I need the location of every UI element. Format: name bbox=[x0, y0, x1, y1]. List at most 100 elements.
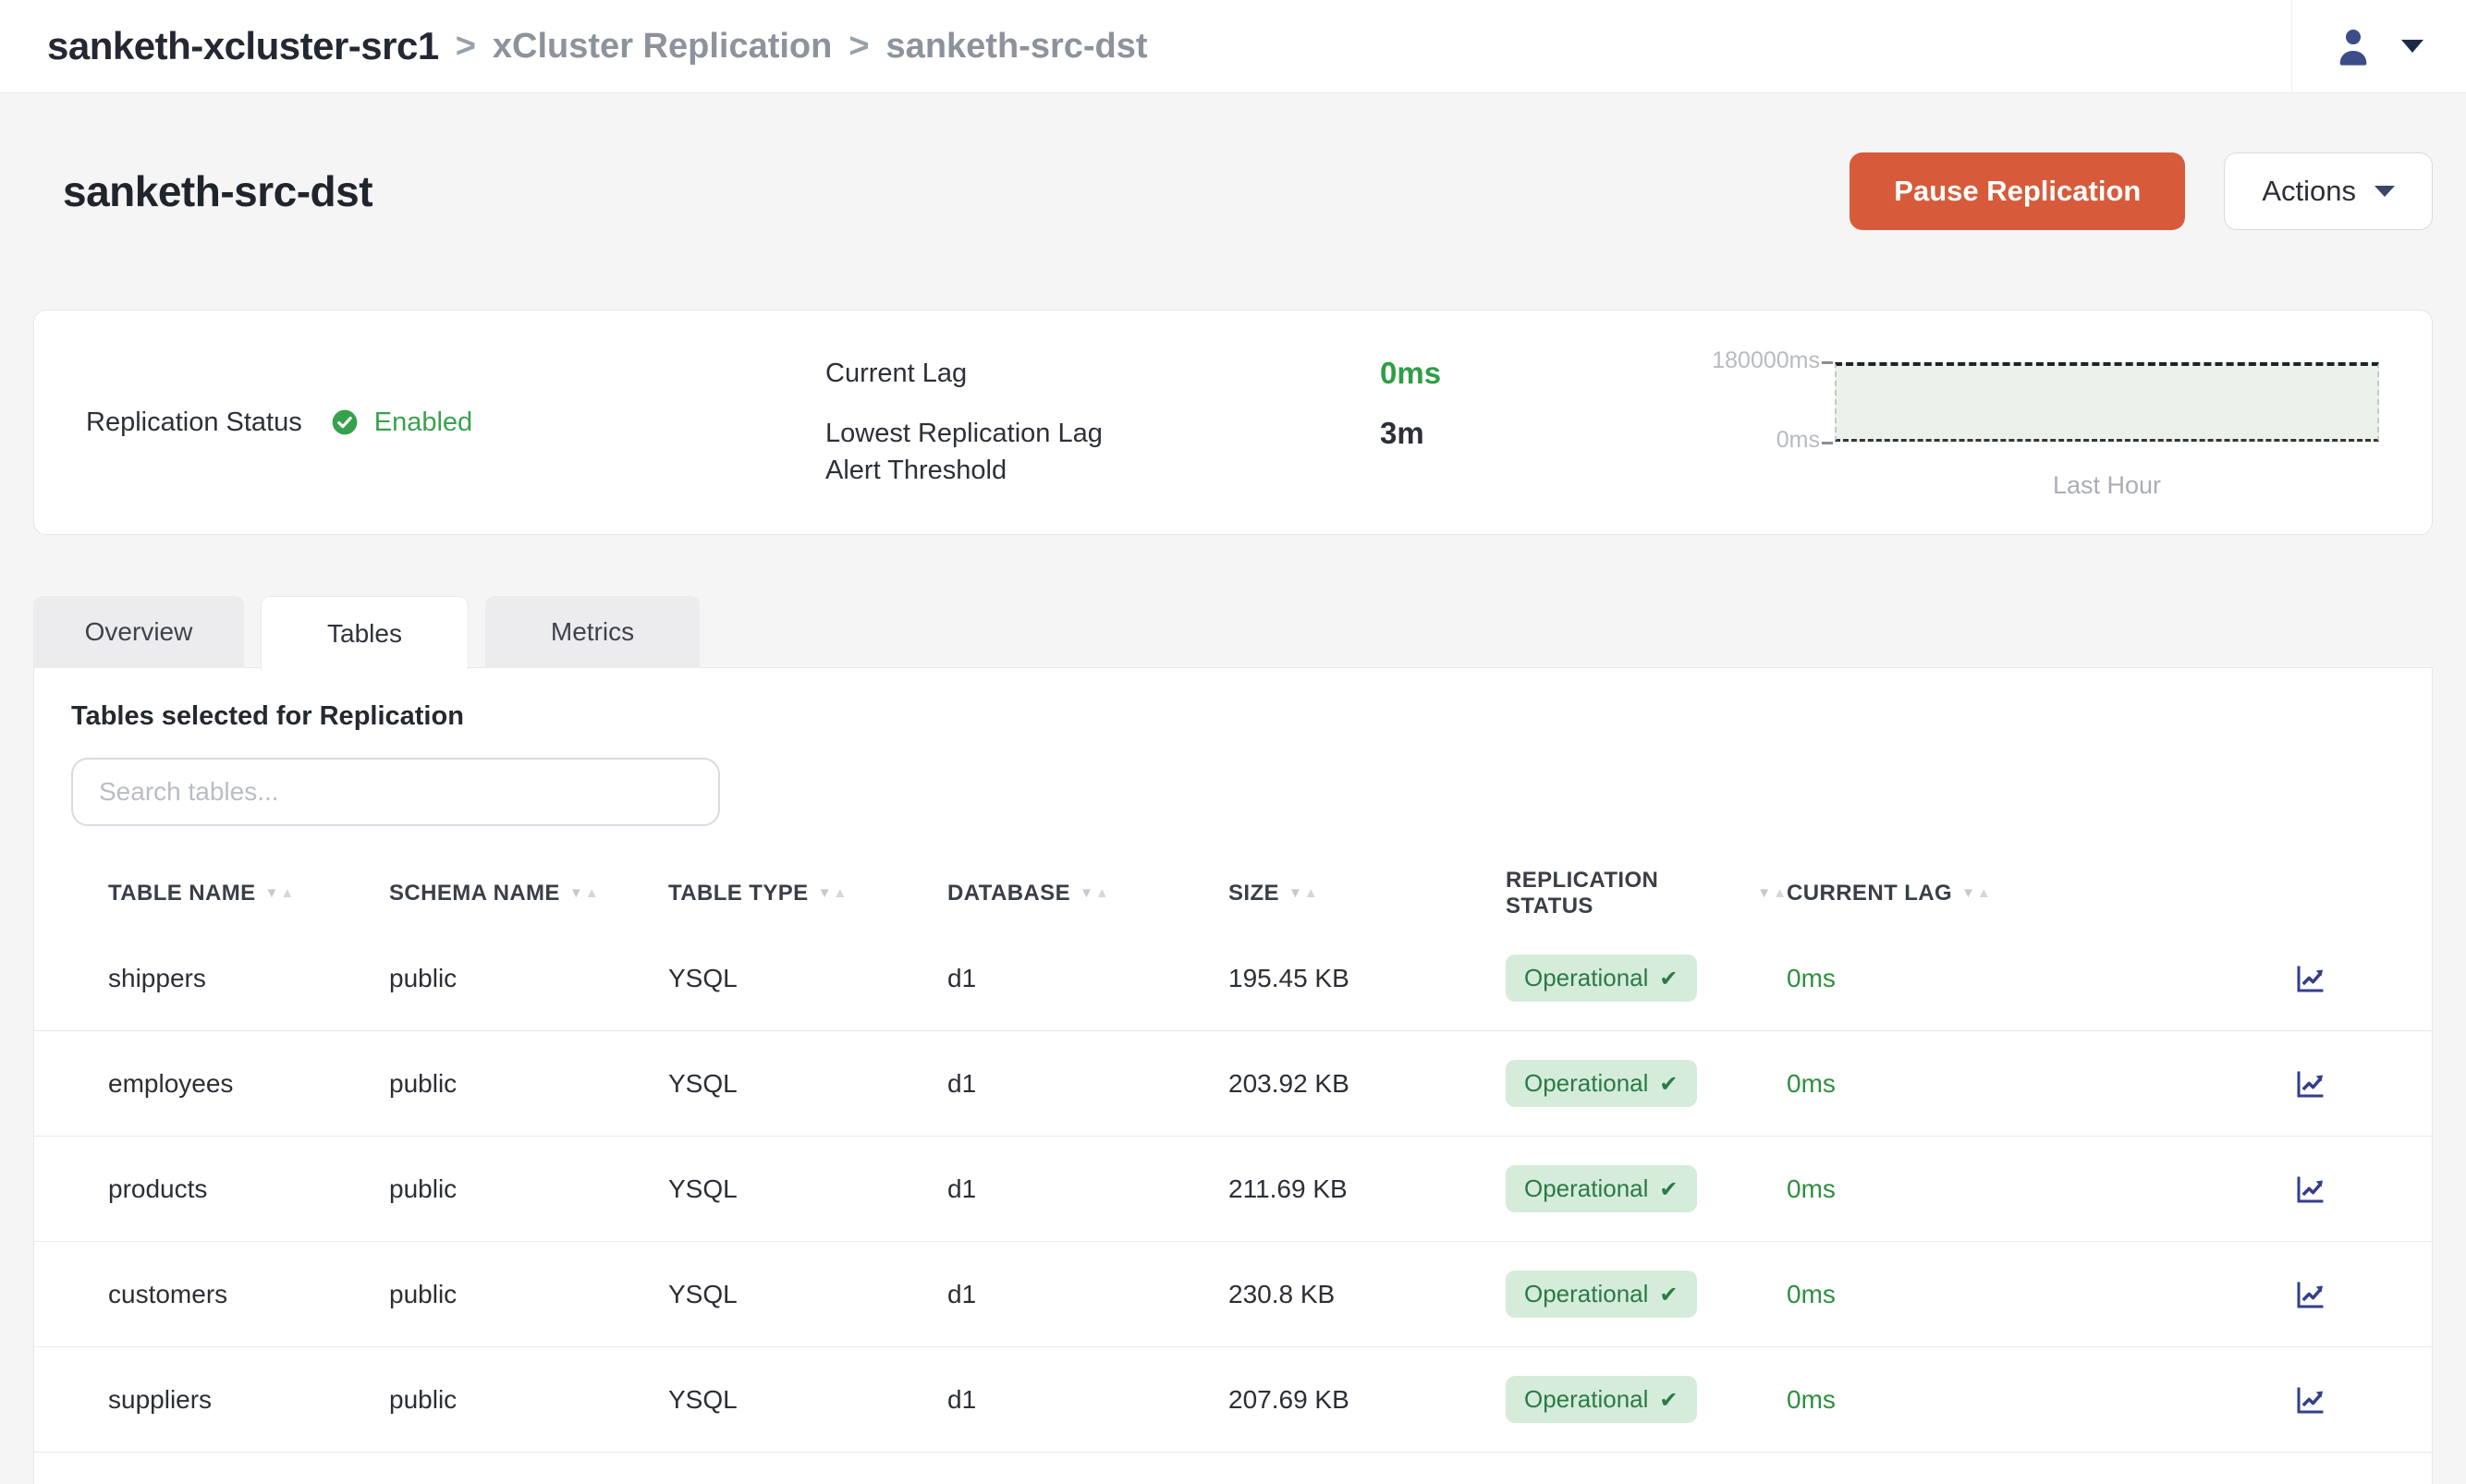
cell-current-lag: 0ms bbox=[1787, 1385, 2230, 1415]
col-replication-status: REPLICATION STATUS bbox=[1506, 868, 1748, 919]
actions-button-label: Actions bbox=[2262, 175, 2356, 208]
cell-current-lag: 0ms bbox=[1787, 1280, 2230, 1309]
cell-size: 211.69 KB bbox=[1228, 1174, 1506, 1204]
tab-bar: Overview Tables Metrics bbox=[33, 596, 2433, 668]
pause-replication-button[interactable]: Pause Replication bbox=[1850, 152, 2185, 230]
sort-icon[interactable] bbox=[1080, 885, 1109, 902]
table-row: customers public YSQL d1 230.8 KB Operat… bbox=[34, 1242, 2432, 1347]
cell-current-lag: 0ms bbox=[1787, 1069, 2230, 1099]
breadcrumb-separator-icon: > bbox=[848, 27, 869, 67]
lag-threshold-label: Lowest Replication Lag Alert Threshold bbox=[825, 416, 1149, 488]
user-icon bbox=[2329, 22, 2377, 70]
status-badge: Operational bbox=[1506, 1165, 1697, 1212]
chart-ymax-label: 180000ms bbox=[1672, 347, 1820, 374]
cell-table-name: products bbox=[108, 1174, 389, 1204]
cell-database: d1 bbox=[947, 1385, 1228, 1415]
check-icon bbox=[1659, 964, 1678, 992]
lag-chart-icon[interactable] bbox=[2293, 1277, 2328, 1312]
cell-table-type: YSQL bbox=[668, 1385, 947, 1415]
sort-icon[interactable] bbox=[818, 885, 848, 902]
col-size: SIZE bbox=[1228, 881, 1279, 906]
tab-metrics[interactable]: Metrics bbox=[485, 596, 700, 668]
actions-button[interactable]: Actions bbox=[2224, 152, 2433, 230]
cell-schema-name: public bbox=[389, 1280, 668, 1309]
cell-size: 203.92 KB bbox=[1228, 1069, 1506, 1099]
sort-icon[interactable] bbox=[1288, 885, 1318, 902]
cell-schema-name: public bbox=[389, 964, 668, 993]
check-icon bbox=[1659, 1280, 1678, 1308]
chevron-down-icon bbox=[2401, 40, 2423, 53]
replication-status-value: Enabled bbox=[374, 407, 472, 438]
cell-database: d1 bbox=[947, 1174, 1228, 1204]
col-schema-name: SCHEMA NAME bbox=[389, 881, 560, 906]
breadcrumb-cluster[interactable]: sanketh-xcluster-src1 bbox=[47, 24, 439, 68]
panel-heading: Tables selected for Replication bbox=[71, 701, 2432, 732]
lag-mini-chart: 180000ms 0ms Last Hour bbox=[1678, 335, 2380, 510]
replication-status-card: Replication Status Enabled Current Lag 0… bbox=[33, 310, 2433, 535]
cell-size: 195.45 KB bbox=[1228, 964, 1506, 993]
cell-schema-name: public bbox=[389, 1174, 668, 1204]
lag-chart-icon[interactable] bbox=[2293, 1382, 2328, 1417]
breadcrumb-xcluster-replication[interactable]: xCluster Replication bbox=[493, 27, 832, 67]
status-badge: Operational bbox=[1506, 1376, 1697, 1423]
cell-size: 207.69 KB bbox=[1228, 1385, 1506, 1415]
cell-table-name: suppliers bbox=[108, 1385, 389, 1415]
table-row: products public YSQL d1 211.69 KB Operat… bbox=[34, 1137, 2432, 1242]
cell-current-lag: 0ms bbox=[1787, 1174, 2230, 1204]
replication-tables-table: TABLE NAME SCHEMA NAME TABLE TYPE DATABA… bbox=[34, 861, 2432, 1453]
col-table-type: TABLE TYPE bbox=[668, 881, 809, 906]
cell-schema-name: public bbox=[389, 1385, 668, 1415]
current-lag-value: 0ms bbox=[1380, 356, 1491, 392]
table-row: shippers public YSQL d1 195.45 KB Operat… bbox=[34, 926, 2432, 1031]
sort-icon[interactable] bbox=[1961, 885, 1991, 902]
tables-panel: Tables selected for Replication TABLE NA… bbox=[33, 667, 2433, 1484]
cell-table-type: YSQL bbox=[668, 1069, 947, 1099]
replication-status-label: Replication Status bbox=[86, 407, 302, 438]
lag-threshold-value: 3m bbox=[1380, 416, 1491, 488]
cell-table-name: customers bbox=[108, 1280, 389, 1309]
status-badge: Operational bbox=[1506, 1060, 1697, 1107]
cell-table-name: employees bbox=[108, 1069, 389, 1099]
cell-database: d1 bbox=[947, 964, 1228, 993]
lag-chart-icon[interactable] bbox=[2293, 1172, 2328, 1207]
breadcrumb-current: sanketh-src-dst bbox=[886, 27, 1148, 67]
breadcrumb: sanketh-xcluster-src1 > xCluster Replica… bbox=[47, 24, 1148, 68]
page-header: sanketh-src-dst Pause Replication Action… bbox=[33, 93, 2433, 230]
current-lag-label: Current Lag bbox=[825, 356, 1149, 392]
topbar: sanketh-xcluster-src1 > xCluster Replica… bbox=[0, 0, 2466, 93]
cell-database: d1 bbox=[947, 1069, 1228, 1099]
cell-current-lag: 0ms bbox=[1787, 964, 2230, 993]
tab-tables[interactable]: Tables bbox=[261, 596, 469, 670]
cell-schema-name: public bbox=[389, 1069, 668, 1099]
table-header-row: TABLE NAME SCHEMA NAME TABLE TYPE DATABA… bbox=[34, 861, 2432, 926]
sort-icon[interactable] bbox=[569, 885, 599, 902]
lag-chart-icon[interactable] bbox=[2293, 1066, 2328, 1101]
cell-table-type: YSQL bbox=[668, 964, 947, 993]
user-menu-button[interactable] bbox=[2291, 0, 2448, 93]
search-tables-input[interactable] bbox=[71, 758, 720, 826]
sort-icon[interactable] bbox=[1757, 885, 1787, 902]
status-badge: Operational bbox=[1506, 955, 1697, 1002]
check-icon bbox=[1659, 1385, 1678, 1414]
cell-table-type: YSQL bbox=[668, 1174, 947, 1204]
col-database: DATABASE bbox=[947, 881, 1070, 906]
check-circle-icon bbox=[330, 407, 360, 437]
chart-ymin-label: 0ms bbox=[1672, 427, 1820, 454]
col-current-lag: CURRENT LAG bbox=[1787, 881, 1952, 906]
cell-table-type: YSQL bbox=[668, 1280, 947, 1309]
sort-icon[interactable] bbox=[265, 885, 295, 902]
lag-chart-icon[interactable] bbox=[2293, 961, 2328, 996]
col-table-name: TABLE NAME bbox=[108, 881, 256, 906]
chart-plot-area bbox=[1835, 362, 2379, 442]
chart-tick bbox=[1822, 442, 1833, 444]
cell-size: 230.8 KB bbox=[1228, 1280, 1506, 1309]
cell-database: d1 bbox=[947, 1280, 1228, 1309]
cell-table-name: shippers bbox=[108, 964, 389, 993]
check-icon bbox=[1659, 1174, 1678, 1203]
table-row: suppliers public YSQL d1 207.69 KB Opera… bbox=[34, 1347, 2432, 1453]
tab-overview[interactable]: Overview bbox=[33, 596, 244, 668]
chart-xaxis-label: Last Hour bbox=[1835, 471, 2379, 500]
table-row: employees public YSQL d1 203.92 KB Opera… bbox=[34, 1031, 2432, 1137]
table-body: shippers public YSQL d1 195.45 KB Operat… bbox=[34, 926, 2432, 1453]
check-icon bbox=[1659, 1069, 1678, 1098]
